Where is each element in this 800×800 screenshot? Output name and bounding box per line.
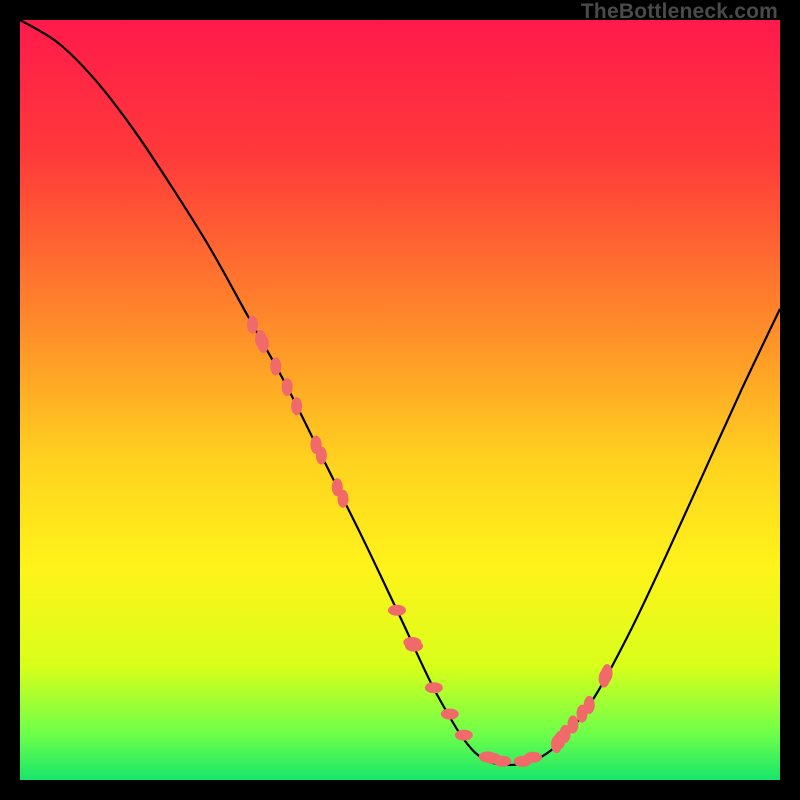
highlight-dot — [554, 731, 565, 749]
highlight-dot — [291, 397, 302, 415]
highlight-dot — [337, 490, 348, 508]
highlight-dot — [270, 357, 281, 375]
highlight-dot — [567, 715, 578, 733]
highlight-dot — [602, 664, 613, 682]
gradient-background — [20, 20, 780, 780]
highlight-dot — [493, 756, 511, 767]
bottleneck-chart — [20, 20, 780, 780]
highlight-dot — [425, 682, 443, 693]
highlight-dot — [247, 316, 258, 334]
highlight-dot — [455, 730, 473, 741]
highlight-dot — [316, 447, 327, 465]
chart-frame — [20, 20, 780, 780]
highlight-dot — [388, 605, 406, 616]
highlight-dot — [405, 641, 423, 652]
highlight-dot — [524, 752, 542, 763]
watermark-text: TheBottleneck.com — [581, 0, 778, 24]
highlight-dot — [584, 696, 595, 714]
highlight-dot — [441, 709, 459, 720]
highlight-dot — [255, 330, 266, 348]
highlight-dot — [282, 378, 293, 396]
